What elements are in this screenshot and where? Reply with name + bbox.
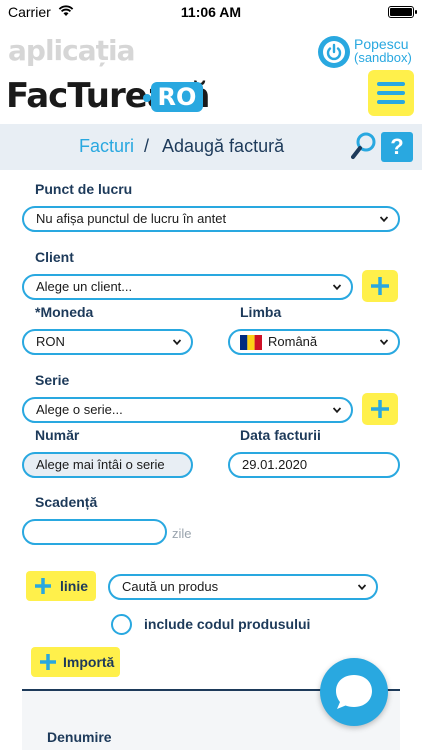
plus-icon [40,654,56,670]
help-button[interactable]: ? [381,132,413,162]
power-symbol-icon [323,41,345,63]
numar-value: Alege mai întâi o serie [36,457,165,472]
romania-flag-icon [240,335,262,350]
chevron-down-icon [358,584,366,591]
chat-bubble-icon [336,675,372,709]
menu-bar-icon [377,82,405,86]
user-environment: (sandbox) [354,50,412,65]
client-value: Alege un client... [36,279,133,294]
chat-button[interactable] [320,658,388,726]
plus-icon [35,578,51,594]
serie-label: Serie [35,372,70,388]
breadcrumb-facturi-link[interactable]: Facturi [79,136,134,157]
scadenta-label: Scadență [35,494,98,510]
brand-ro-badge: RO [151,82,203,112]
add-line-button[interactable]: linie [26,571,96,601]
add-serie-button[interactable] [362,393,398,425]
data-facturii-label: Data facturii [240,427,321,443]
page-title: Adaugă factură [162,136,285,156]
product-search-select[interactable]: Caută un produs [108,574,378,600]
add-line-label: linie [60,578,89,594]
chevron-down-icon [380,339,388,346]
limba-select[interactable]: Română [228,329,400,355]
search-icon[interactable] [351,132,377,160]
scadenta-input[interactable] [22,519,167,545]
include-code-radio[interactable] [111,614,132,635]
moneda-select[interactable]: RON [22,329,193,355]
product-search-value: Caută un produs [122,579,219,594]
limba-value: Română [268,334,318,349]
battery-icon [388,6,417,18]
include-code-label: include codul produsului [144,616,311,632]
menu-bar-icon [377,100,405,104]
data-facturii-input[interactable]: 29.01.2020 [228,452,400,478]
data-facturii-value: 29.01.2020 [242,457,308,472]
numar-input: Alege mai întâi o serie [22,452,193,478]
chevron-down-icon [333,407,341,414]
menu-bar-icon [377,91,405,95]
chevron-down-icon [333,284,341,291]
punct-de-lucru-value: Nu afișa punctul de lucru în antet [36,211,227,226]
power-icon[interactable] [318,36,350,68]
import-button[interactable]: Importă [31,647,120,677]
client-label: Client [35,249,74,265]
status-bar: Carrier 11:06 AM [0,0,422,24]
aplicatia-logo: aplicația [8,34,136,67]
serie-select[interactable]: Alege o serie... [22,397,353,423]
brand-dot [143,94,151,102]
zile-unit-label: zile [172,526,192,541]
punct-de-lucru-select[interactable]: Nu afișa punctul de lucru în antet [22,206,400,232]
plus-icon [371,277,389,295]
chevron-down-icon [380,216,388,223]
numar-label: Număr [35,427,80,443]
client-select[interactable]: Alege un client... [22,274,353,300]
serie-value: Alege o serie... [36,402,123,417]
clock: 11:06 AM [180,4,242,20]
punct-de-lucru-label: Punct de lucru [35,181,133,197]
limba-label: Limba [240,304,282,320]
import-label: Importă [63,654,115,670]
chevron-down-icon [173,339,181,346]
moneda-label: *Moneda [35,304,94,320]
moneda-value: RON [36,334,65,349]
plus-icon [371,400,389,418]
add-client-button[interactable] [362,270,398,302]
breadcrumb-separator: / [144,136,150,156]
hamburger-menu-button[interactable] [368,70,414,116]
denumire-label: Denumire [47,729,112,745]
